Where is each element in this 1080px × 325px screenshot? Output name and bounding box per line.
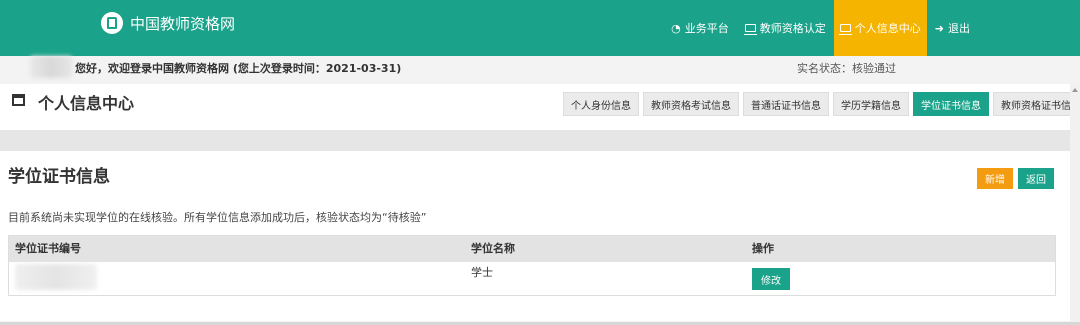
- degree-section: 学位证书信息 新增 返回 目前系统尚未实现学位的在线核验。所有学位信息添加成功后…: [0, 151, 1070, 321]
- top-navbar: 中国教师资格网 ◔ 业务平台 教师资格认定 个人信息中心 ➜ 退出: [0, 0, 1080, 56]
- info-tabs: 个人身份信息 教师资格考试信息 普通话证书信息 学历学籍信息 学位证书信息 教师…: [563, 92, 1080, 116]
- edit-button[interactable]: 修改: [752, 268, 790, 290]
- degree-table: 学位证书编号 学位名称 操作 学士 修改: [8, 235, 1056, 296]
- site-title: 中国教师资格网: [130, 14, 236, 33]
- verification-note: 目前系统尚未实现学位的在线核验。所有学位信息添加成功后，核验状态均为“待核验”: [8, 211, 427, 224]
- tab-mandarin-cert[interactable]: 普通话证书信息: [743, 92, 829, 116]
- page-title: 个人信息中心: [38, 94, 135, 113]
- scrollbar[interactable]: [1070, 84, 1080, 322]
- column-header-actions: 操作: [752, 242, 774, 255]
- actions-cell: 修改: [746, 262, 1055, 295]
- monitor-icon: [838, 24, 852, 35]
- verification-status: 实名状态：核验通过: [797, 62, 896, 75]
- nav-item-logout[interactable]: ➜ 退出: [927, 0, 978, 56]
- cert-number-cell: [9, 262, 464, 295]
- column-header-degree-name: 学位名称: [471, 242, 515, 255]
- archive-icon: [12, 94, 25, 106]
- monitor-icon: [743, 24, 757, 35]
- back-button[interactable]: 返回: [1018, 168, 1054, 189]
- divider-band: [0, 130, 1070, 151]
- table-header: 学位证书编号 学位名称 操作: [9, 236, 1055, 262]
- tab-identity-info[interactable]: 个人身份信息: [563, 92, 639, 116]
- panel-header: 个人信息中心 个人身份信息 教师资格考试信息 普通话证书信息 学历学籍信息 学位…: [0, 84, 1080, 130]
- tab-degree-cert[interactable]: 学位证书信息: [913, 92, 989, 116]
- welcome-bar: 您好，欢迎登录中国教师资格网 (您上次登录时间：2021-03-31) 实名状态…: [0, 56, 1080, 78]
- degree-name-cell: 学士: [471, 266, 493, 279]
- main-nav: ◔ 业务平台 教师资格认定 个人信息中心 ➜ 退出: [663, 0, 978, 56]
- scroll-up-icon[interactable]: [1072, 88, 1078, 92]
- nav-item-personal-center[interactable]: 个人信息中心: [833, 0, 927, 56]
- dashboard-icon: ◔: [671, 21, 681, 35]
- logout-icon: ➜: [934, 21, 944, 35]
- tab-exam-info[interactable]: 教师资格考试信息: [643, 92, 739, 116]
- add-button[interactable]: 新增: [977, 168, 1013, 189]
- column-header-cert-number: 学位证书编号: [15, 242, 81, 255]
- redacted-username: [30, 56, 72, 78]
- redacted-cert-number: [15, 264, 97, 290]
- tab-education-info[interactable]: 学历学籍信息: [833, 92, 909, 116]
- logo-icon: [101, 12, 123, 34]
- site-logo[interactable]: 中国教师资格网: [101, 12, 235, 34]
- nav-item-teacher-qualification[interactable]: 教师资格认定: [737, 0, 834, 56]
- nav-item-business-platform[interactable]: ◔ 业务平台: [663, 0, 737, 56]
- welcome-text: 您好，欢迎登录中国教师资格网 (您上次登录时间：2021-03-31): [75, 62, 402, 75]
- tab-teacher-cert[interactable]: 教师资格证书信息: [993, 92, 1080, 116]
- table-row: 学士 修改: [9, 262, 1055, 295]
- section-title: 学位证书信息: [8, 167, 110, 187]
